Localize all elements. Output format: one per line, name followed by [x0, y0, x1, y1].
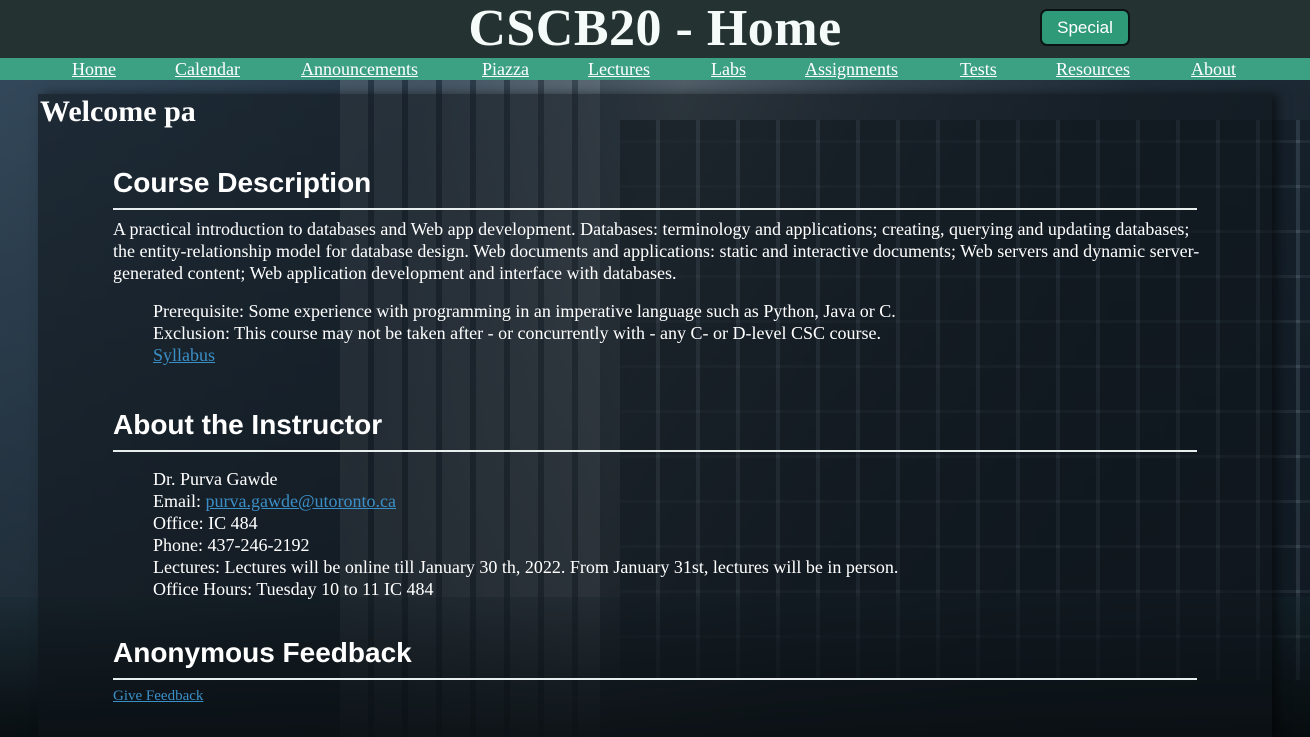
course-description-text: A practical introduction to databases an…: [113, 219, 1200, 283]
nav-item-tests[interactable]: Tests: [960, 58, 997, 80]
email-label: Email:: [153, 491, 206, 511]
nav-item-labs[interactable]: Labs: [711, 58, 746, 80]
section-divider: [113, 678, 1197, 680]
instructor-details: Dr. Purva Gawde Email: purva.gawde@utoro…: [153, 468, 1193, 600]
nav-item-lectures[interactable]: Lectures: [588, 58, 650, 80]
office-hours: Office Hours: Tuesday 10 to 11 IC 484: [153, 579, 434, 599]
nav-bar: Home Calendar Announcements Piazza Lectu…: [0, 58, 1310, 80]
instructor-phone: Phone: 437-246-2192: [153, 535, 310, 555]
exclusion-text: Exclusion: This course may not be taken …: [153, 323, 881, 343]
about-instructor-heading: About the Instructor: [113, 409, 383, 440]
nav-item-resources[interactable]: Resources: [1056, 58, 1130, 80]
course-description-heading: Course Description: [113, 167, 372, 198]
instructor-name: Dr. Purva Gawde: [153, 469, 278, 489]
instructor-email-row: Email: purva.gawde@utoronto.ca: [153, 490, 1193, 512]
nav-item-announcements[interactable]: Announcements: [301, 58, 418, 80]
course-details: Prerequisite: Some experience with progr…: [153, 300, 1193, 366]
instructor-email-link[interactable]: purva.gawde@utoronto.ca: [206, 491, 397, 511]
nav-item-piazza[interactable]: Piazza: [482, 58, 529, 80]
section-divider: [113, 208, 1197, 210]
anonymous-feedback-heading: Anonymous Feedback: [113, 637, 412, 668]
give-feedback-link[interactable]: Give Feedback: [113, 688, 203, 705]
section-divider: [113, 450, 1197, 452]
lectures-info: Lectures: Lectures will be online till J…: [153, 557, 899, 577]
nav-item-calendar[interactable]: Calendar: [175, 58, 240, 80]
prerequisite-text: Prerequisite: Some experience with progr…: [153, 301, 896, 321]
nav-item-home[interactable]: Home: [72, 58, 116, 80]
syllabus-link[interactable]: Syllabus: [153, 345, 215, 365]
nav-item-about[interactable]: About: [1191, 58, 1236, 80]
special-button[interactable]: Special: [1040, 9, 1130, 46]
nav-item-assignments[interactable]: Assignments: [805, 58, 898, 80]
instructor-office: Office: IC 484: [153, 513, 258, 533]
welcome-heading: Welcome pa: [40, 95, 196, 128]
header-bar: CSCB20 - Home Special: [0, 0, 1310, 58]
